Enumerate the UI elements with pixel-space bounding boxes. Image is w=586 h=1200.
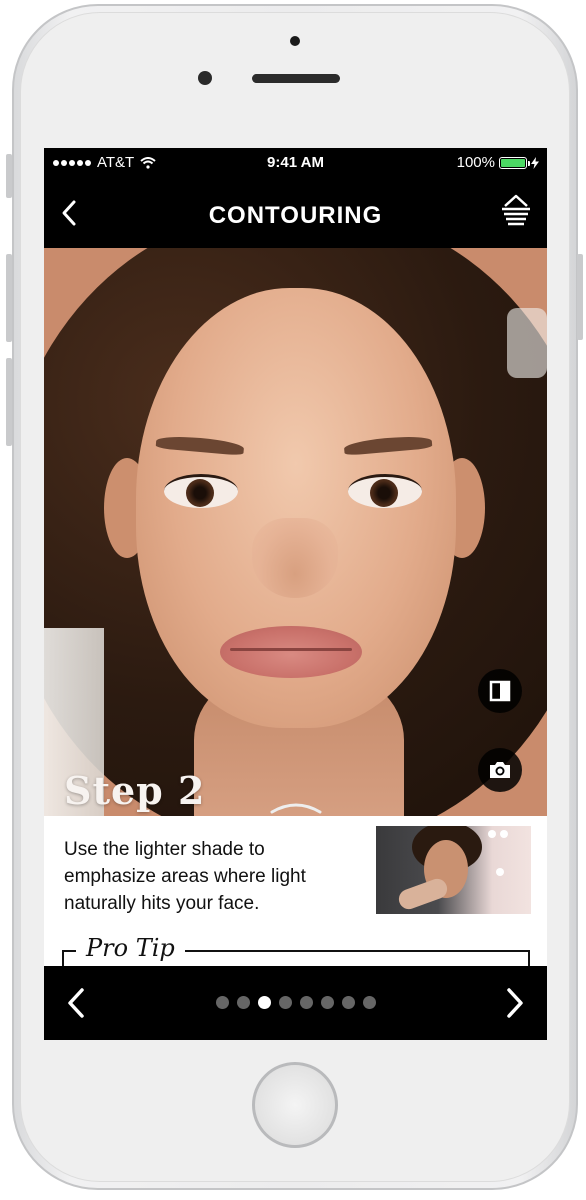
page-dot[interactable] [300,996,313,1009]
page-indicator [216,996,376,1009]
split-compare-icon [489,680,511,702]
volume-up-button [6,254,12,342]
next-step-chevron-icon[interactable] [501,986,529,1020]
pro-tip-section: Pro Tip [62,934,530,966]
layers-menu-icon[interactable] [499,194,533,226]
mute-switch [6,154,12,198]
photo-lips [220,626,362,678]
battery-percent: 100% [456,154,495,171]
page-dot[interactable] [342,996,355,1009]
pro-tip-label: Pro Tip [76,934,185,962]
earpiece-speaker [252,74,340,83]
chevron-up-icon[interactable] [270,800,322,814]
home-button[interactable] [252,1062,338,1148]
proximity-sensor [290,36,300,46]
page-dot[interactable] [321,996,334,1009]
camera-icon [490,762,510,778]
page-dot[interactable] [363,996,376,1009]
power-button [577,254,583,340]
page-dot-active[interactable] [258,996,271,1009]
step-info-panel: Use the lighter shade to emphasize areas… [44,816,547,966]
camera-button[interactable] [478,748,522,792]
front-camera [198,71,212,85]
tutorial-thumbnail[interactable] [376,826,531,914]
nav-bar: CONTOURING [44,178,547,248]
charging-bolt-icon [531,156,539,169]
step-description: Use the lighter shade to emphasize areas… [64,839,306,914]
battery-icon [499,156,530,169]
page-dot[interactable] [279,996,292,1009]
step-pager-bar [44,966,547,1040]
status-bar: AT&T 9:41 AM 100% [44,148,547,178]
volume-down-button [6,358,12,446]
app-screen: AT&T 9:41 AM 100% CONTOURING Step 2 Use … [44,148,547,1040]
page-dot[interactable] [216,996,229,1009]
battery-fill [501,158,525,167]
prev-step-chevron-icon[interactable] [62,986,90,1020]
model-photo: Step 2 [44,248,547,816]
compare-button[interactable] [478,669,522,713]
page-dot[interactable] [237,996,250,1009]
page-title: CONTOURING [208,202,383,229]
step-label: Step 2 [64,768,206,813]
